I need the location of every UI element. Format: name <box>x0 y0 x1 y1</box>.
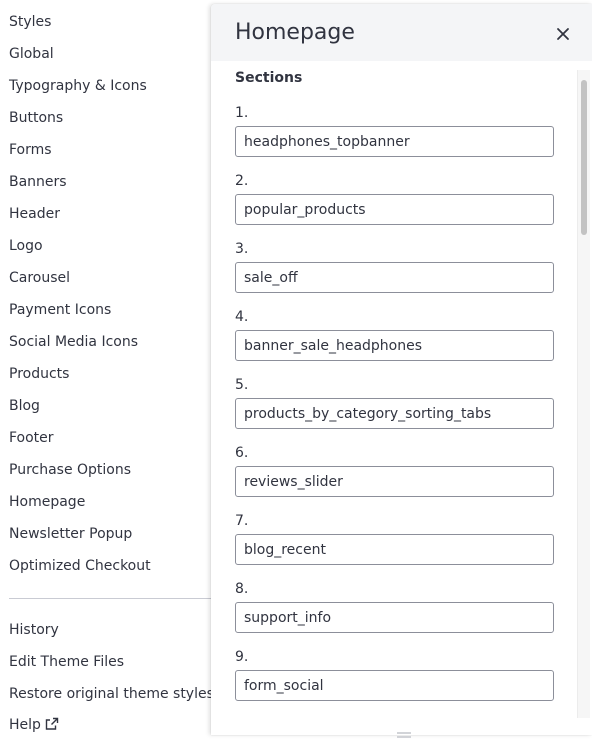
sidebar-item-restore-theme-styles[interactable]: Restore original theme styles <box>9 684 214 704</box>
section-number: 7. <box>235 513 249 529</box>
drag-handle-icon <box>396 724 412 743</box>
sidebar-divider <box>9 598 214 599</box>
resize-handle[interactable] <box>396 724 412 738</box>
section-number: 6. <box>235 445 249 461</box>
sidebar-item-header[interactable]: Header <box>9 204 60 224</box>
homepage-settings-panel: Homepage Sections 1. 2. 3. 4. 5. 6. 7. 8… <box>211 4 592 738</box>
scrollbar[interactable] <box>577 70 590 718</box>
section-5-input[interactable] <box>235 398 554 429</box>
sidebar-item-social-media-icons[interactable]: Social Media Icons <box>9 332 138 352</box>
section-6-input[interactable] <box>235 466 554 497</box>
close-icon <box>551 28 575 50</box>
sidebar-item-purchase-options[interactable]: Purchase Options <box>9 460 131 480</box>
section-7-input[interactable] <box>235 534 554 565</box>
section-1-input[interactable] <box>235 126 554 157</box>
sidebar-item-history[interactable]: History <box>9 620 59 640</box>
theme-settings-sidebar: Styles Global Typography & Icons Buttons… <box>0 0 230 735</box>
section-number: 5. <box>235 377 249 393</box>
section-number: 2. <box>235 173 249 189</box>
scrollbar-thumb[interactable] <box>581 80 587 235</box>
external-link-icon <box>45 717 59 737</box>
sidebar-item-banners[interactable]: Banners <box>9 172 67 192</box>
sidebar-item-typography-icons[interactable]: Typography & Icons <box>9 76 147 96</box>
sidebar-item-footer[interactable]: Footer <box>9 428 54 448</box>
panel-title: Homepage <box>235 20 355 45</box>
section-number: 4. <box>235 309 249 325</box>
section-3-input[interactable] <box>235 262 554 293</box>
sidebar-item-global[interactable]: Global <box>9 44 54 64</box>
sidebar-item-logo[interactable]: Logo <box>9 236 43 256</box>
sidebar-item-optimized-checkout[interactable]: Optimized Checkout <box>9 556 151 576</box>
section-number: 3. <box>235 241 249 257</box>
sidebar-item-newsletter-popup[interactable]: Newsletter Popup <box>9 524 132 544</box>
sidebar-item-forms[interactable]: Forms <box>9 140 52 160</box>
section-2-input[interactable] <box>235 194 554 225</box>
sidebar-item-buttons[interactable]: Buttons <box>9 108 63 128</box>
section-number: 1. <box>235 105 249 121</box>
sidebar-item-homepage[interactable]: Homepage <box>9 492 85 512</box>
section-number: 9. <box>235 649 249 665</box>
close-button[interactable] <box>551 22 575 46</box>
sidebar-item-edit-theme-files[interactable]: Edit Theme Files <box>9 652 124 672</box>
help-label: Help <box>9 717 41 733</box>
section-4-input[interactable] <box>235 330 554 361</box>
section-number: 8. <box>235 581 249 597</box>
sidebar-item-styles[interactable]: Styles <box>9 12 51 32</box>
section-8-input[interactable] <box>235 602 554 633</box>
section-9-input[interactable] <box>235 670 554 701</box>
sidebar-item-carousel[interactable]: Carousel <box>9 268 70 288</box>
sections-heading: Sections <box>235 70 303 86</box>
sidebar-item-payment-icons[interactable]: Payment Icons <box>9 300 111 320</box>
sidebar-item-blog[interactable]: Blog <box>9 396 40 416</box>
panel-header: Homepage <box>211 4 592 61</box>
sidebar-item-products[interactable]: Products <box>9 364 69 384</box>
sidebar-item-help[interactable]: Help <box>9 715 59 737</box>
